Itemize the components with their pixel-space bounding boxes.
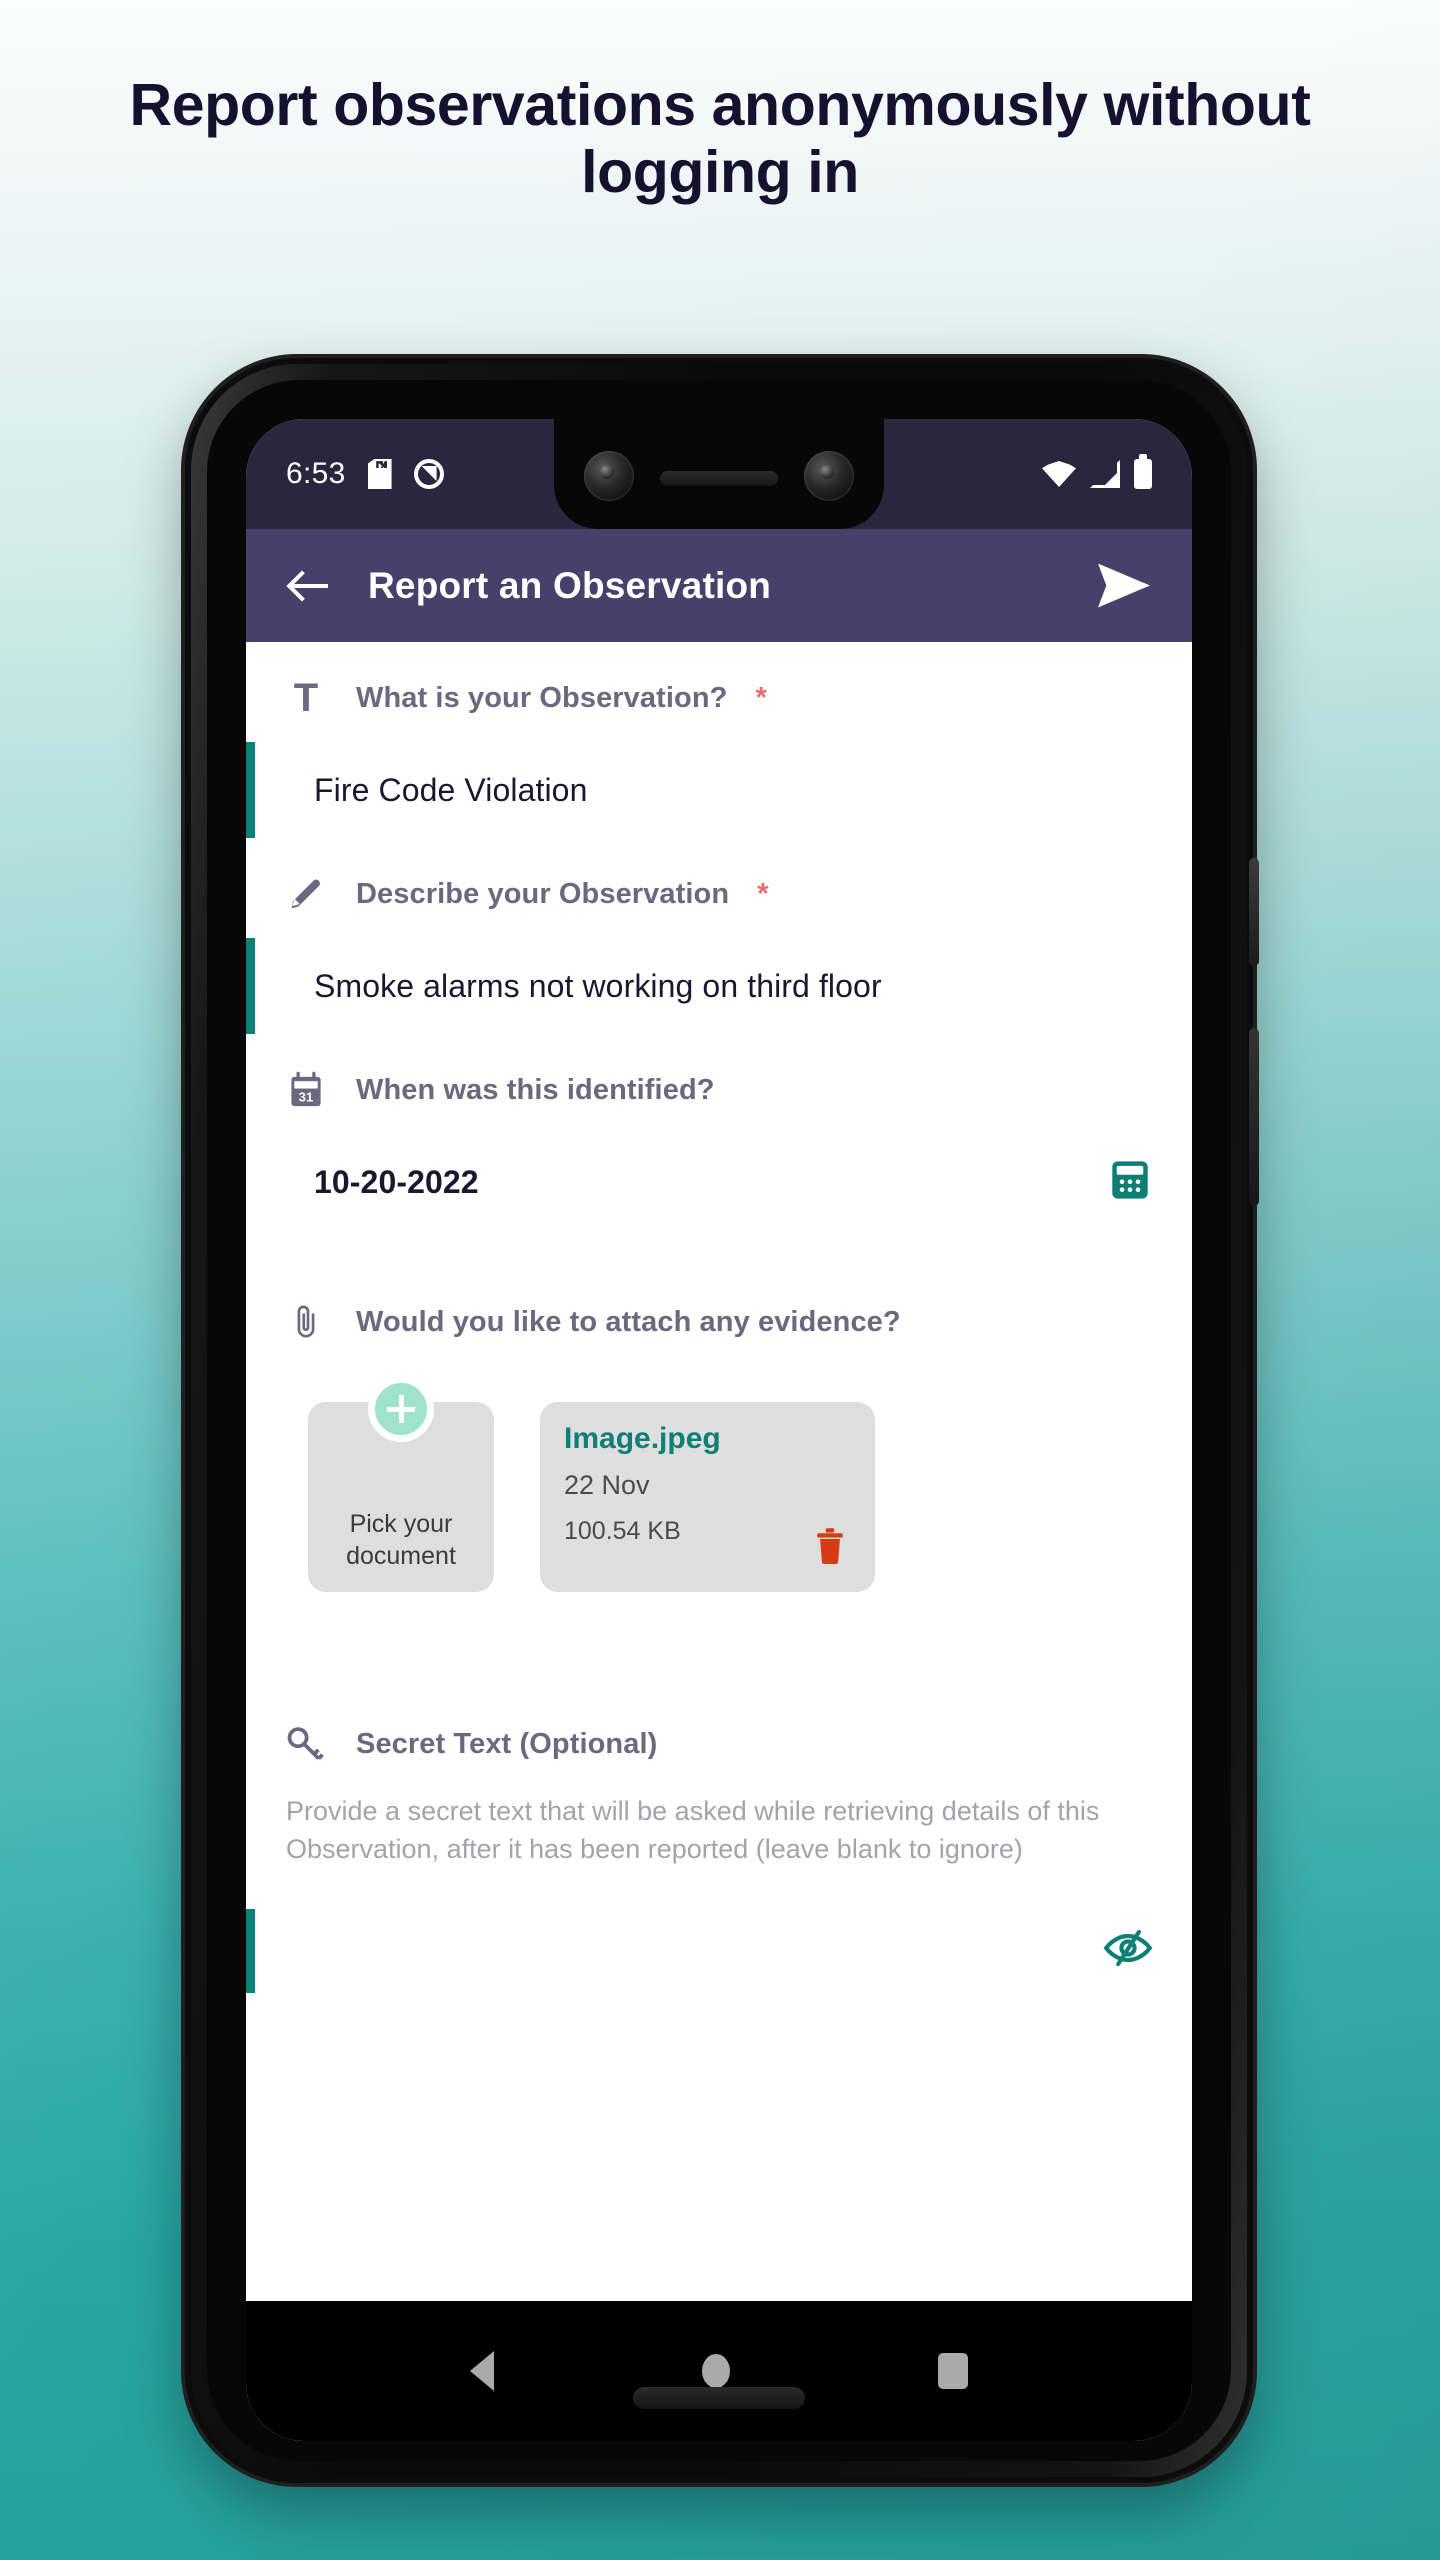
attached-file-date: 22 Nov	[564, 1470, 650, 1500]
field-describe-header: Describe your Observation *	[246, 838, 1192, 916]
status-bar-right	[1042, 454, 1152, 489]
field-secret-header: Secret Text (Optional)	[246, 1688, 1192, 1766]
plus-icon[interactable]	[368, 1376, 434, 1442]
pick-document-label: Pick your document	[346, 1508, 456, 1572]
field-evidence: Would you like to attach any evidence? P…	[246, 1266, 1192, 1592]
field-observation-header: T What is your Observation? *	[246, 642, 1192, 720]
earpiece-speaker	[660, 471, 778, 486]
nav-back-icon[interactable]	[470, 2351, 494, 2391]
field-secret: Secret Text (Optional) Provide a secret …	[246, 1592, 1192, 1993]
field-date-header: 31 When was this identified?	[246, 1034, 1192, 1112]
svg-text:31: 31	[299, 1090, 314, 1105]
nav-home-icon[interactable]	[702, 2354, 730, 2388]
secret-input[interactable]	[246, 1908, 1192, 1993]
pick-document-label-line2: document	[346, 1542, 456, 1570]
field-date: 31 When was this identified? 10-20-2022	[246, 1034, 1192, 1230]
phone-screen: 6:53 Report an Observation T What is you…	[246, 419, 1192, 2441]
sd-card-icon	[368, 459, 392, 489]
eye-off-icon[interactable]	[1102, 1928, 1154, 1973]
page-title: Report an Observation	[368, 564, 772, 606]
field-accent-bar	[246, 1908, 255, 1993]
field-accent-bar	[246, 1134, 255, 1230]
field-observation-label: What is your Observation?	[356, 681, 728, 714]
required-marker: *	[757, 877, 769, 910]
field-describe: Describe your Observation * Smoke alarms …	[246, 838, 1192, 1034]
attachment-row: Pick your document Image.jpeg 22 Nov 100…	[246, 1344, 1192, 1592]
field-accent-bar	[246, 938, 255, 1034]
do-not-disturb-icon	[413, 459, 444, 489]
secret-description: Provide a secret text that will be asked…	[286, 1796, 1100, 1865]
camera-notch	[554, 419, 884, 529]
field-observation: T What is your Observation? * Fire Code V…	[246, 642, 1192, 838]
nav-recents-icon[interactable]	[938, 2353, 968, 2389]
wifi-icon	[1042, 461, 1076, 487]
status-time: 6:53	[286, 457, 346, 490]
send-icon[interactable]	[1098, 563, 1150, 608]
phone-mockup: 6:53 Report an Observation T What is you…	[185, 358, 1259, 2483]
paperclip-icon	[284, 1300, 328, 1344]
pick-document-button[interactable]: Pick your document	[308, 1376, 494, 1592]
volume-button[interactable]	[1249, 1028, 1259, 1206]
field-secret-label: Secret Text (Optional)	[356, 1727, 658, 1760]
required-marker: *	[755, 681, 767, 714]
page-headline: Report observations anonymously without …	[129, 72, 1311, 205]
field-evidence-header: Would you like to attach any evidence?	[246, 1266, 1192, 1344]
key-icon	[284, 1722, 328, 1766]
power-button[interactable]	[1249, 858, 1259, 966]
attached-file-size: 100.54 KB	[564, 1517, 681, 1545]
field-describe-label: Describe your Observation	[356, 877, 730, 910]
app-bar: Report an Observation	[246, 529, 1192, 642]
describe-input-value: Smoke alarms not working on third floor	[314, 967, 882, 1004]
date-input[interactable]: 10-20-2022	[246, 1134, 1192, 1230]
date-input-value: 10-20-2022	[314, 1163, 479, 1200]
field-evidence-label: Would you like to attach any evidence?	[356, 1305, 901, 1338]
front-camera-left-icon	[584, 451, 634, 501]
field-accent-bar	[246, 742, 255, 838]
cellular-signal-icon	[1090, 460, 1120, 488]
attached-file-name: Image.jpeg	[564, 1422, 721, 1455]
pick-document-label-line1: Pick your	[349, 1510, 453, 1538]
calendar-31-icon: 31	[284, 1068, 328, 1112]
observation-input-value: Fire Code Violation	[314, 771, 588, 808]
phone-body: 6:53 Report an Observation T What is you…	[207, 380, 1231, 2461]
status-bar-left: 6:53	[286, 457, 444, 491]
calendar-picker-icon[interactable]	[1108, 1157, 1152, 1208]
front-camera-right-icon	[804, 451, 854, 501]
form-content: T What is your Observation? * Fire Code V…	[246, 642, 1192, 2301]
describe-input[interactable]: Smoke alarms not working on third floor	[246, 938, 1192, 1034]
back-arrow-icon[interactable]	[288, 565, 330, 607]
observation-input[interactable]: Fire Code Violation	[246, 742, 1192, 838]
pencil-icon	[284, 872, 328, 916]
battery-icon	[1134, 454, 1152, 489]
android-nav-bar	[246, 2301, 1192, 2441]
attached-file-card[interactable]: Image.jpeg 22 Nov 100.54 KB	[540, 1402, 875, 1592]
bottom-speaker-slot	[633, 2387, 805, 2409]
status-bar: 6:53	[246, 419, 1192, 529]
text-format-icon: T	[293, 676, 319, 720]
field-date-label: When was this identified?	[356, 1073, 715, 1106]
